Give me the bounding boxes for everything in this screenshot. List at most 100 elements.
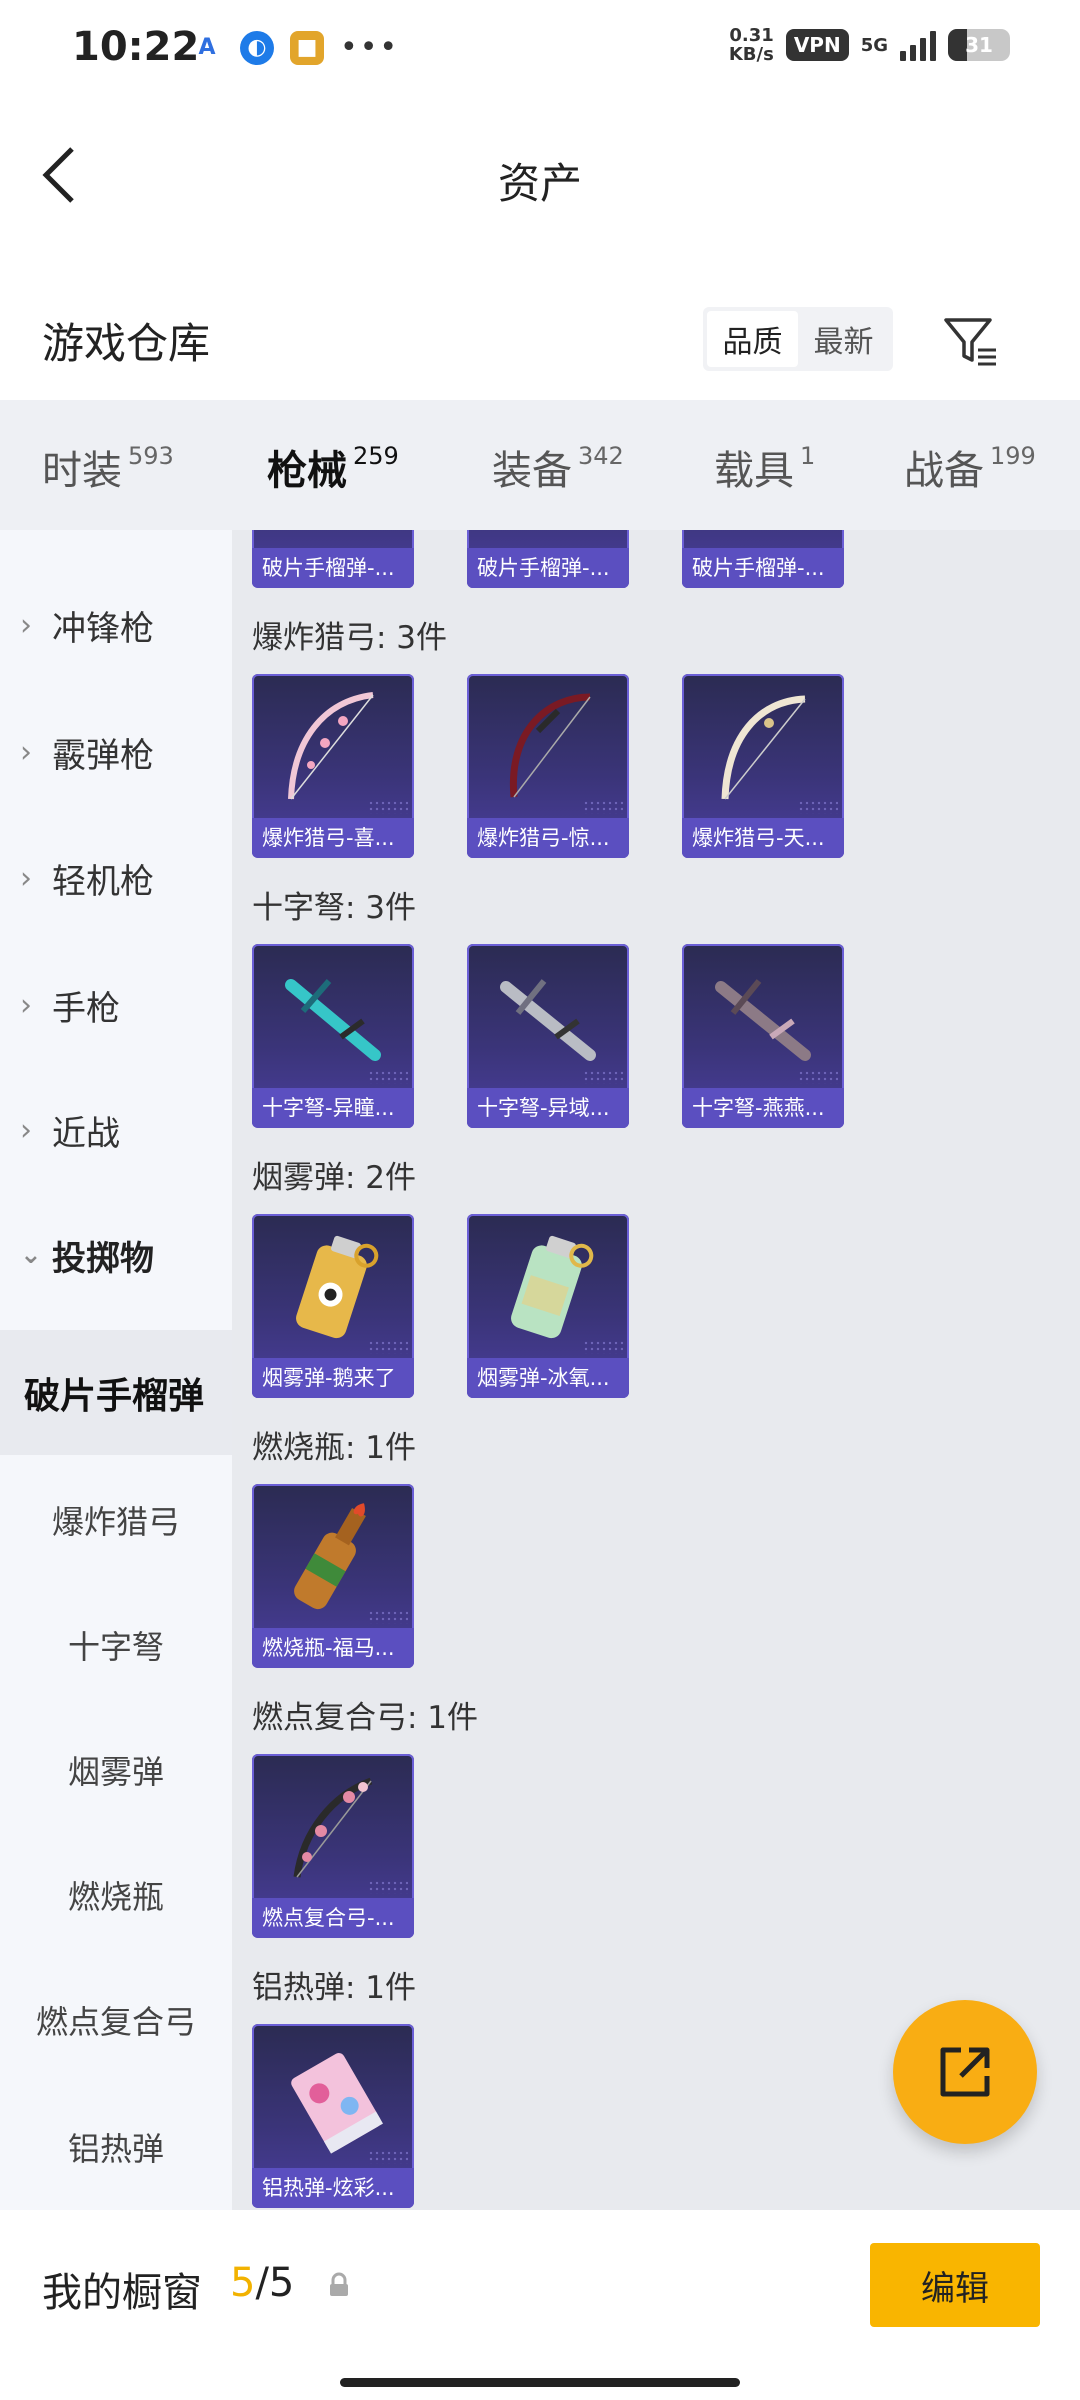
status-right: 0.31 KB/s VPN 5G 31 [729,26,1010,64]
home-indicator[interactable] [340,2378,740,2387]
sidebar-sub-explosive-bow[interactable]: 爆炸猎弓 [0,1485,232,1555]
net-speed-unit: KB/s [728,44,774,65]
tab-combat-gear[interactable]: 战备 199 [904,438,1036,496]
smoke-grenade-art-icon [467,1214,629,1358]
tab-firearms[interactable]: 枪械 259 [267,438,399,543]
group-title: 燃点复合弓: 1件 [252,1700,479,1736]
notification-icons: A ◐ ■ ••• [190,30,399,65]
net-speed: 0.31 KB/s [729,26,774,64]
item-name: 十字弩-异域... [467,1088,629,1128]
lock-icon [330,2272,348,2296]
sidebar-item-label: 轻机枪 [52,861,154,902]
sidebar-item-label: 手枪 [52,988,120,1029]
chevron-right-icon: › [20,607,32,643]
tab-label: 时装 [42,448,122,494]
tab-label: 载具 [714,448,794,494]
item-card[interactable]: 燃烧瓶-福马... [252,1484,414,1668]
item-name: 破片手榴弹-... [252,548,414,588]
item-card[interactable]: 爆炸猎弓-天... [682,674,844,858]
sidebar-sub-thermite[interactable]: 铝热弹 [0,2112,232,2182]
sidebar-sub-crossbow[interactable]: 十字弩 [0,1610,232,1680]
item-name: 烟雾弹-鹅来了 [252,1358,414,1398]
sidebar-item-label: 投掷物 [52,1238,154,1279]
item-card[interactable]: 破片手榴弹-... [467,530,629,588]
item-card[interactable]: 破片手榴弹-... [252,530,414,588]
browser-icon: ◐ [240,30,274,65]
tab-label: 枪械 [267,448,347,494]
warehouse-title: 游戏仓库 [42,319,211,368]
sidebar-item-melee[interactable]: › 近战 [0,1095,232,1165]
item-card[interactable]: 十字弩-异域... [467,944,629,1128]
more-notifications-icon: ••• [340,30,400,65]
status-time: 10:22 [72,24,200,70]
card-pattern [368,1340,408,1354]
edit-button[interactable]: 编辑 [870,2243,1040,2327]
filter-icon [944,318,996,366]
item-card[interactable]: 爆炸猎弓-惊... [467,674,629,858]
bow-art-icon [467,674,629,818]
sidebar-item-shotgun[interactable]: › 霰弹枪 [0,717,232,787]
item-name: 燃烧瓶-福马... [252,1628,414,1668]
chevron-right-icon: › [20,860,32,896]
app-header: 资产 [0,100,1080,250]
card-pattern [798,800,838,814]
item-card[interactable]: 十字弩-燕燕... [682,944,844,1128]
sidebar-sub-fragment-grenade[interactable]: 破片手榴弹 [0,1330,232,1455]
filter-button[interactable] [940,310,1000,370]
sidebar-item-lmg[interactable]: › 轻机枪 [0,843,232,913]
tab-vehicles[interactable]: 载具 1 [714,438,815,496]
item-name: 爆炸猎弓-惊... [467,818,629,858]
item-card[interactable]: 爆炸猎弓-喜... [252,674,414,858]
network-type: 5G [860,34,888,56]
item-card[interactable]: 铝热弹-炫彩... [252,2024,414,2208]
net-speed-value: 0.31 [729,25,774,46]
sidebar-item-pistol[interactable]: › 手枪 [0,970,232,1040]
card-pattern [368,1880,408,1894]
item-name: 烟雾弹-冰氧... [467,1358,629,1398]
battery-level: 31 [965,33,993,57]
item-card[interactable]: 十字弩-异瞳... [252,944,414,1128]
vpn-badge: VPN [785,29,849,61]
item-name: 爆炸猎弓-天... [682,818,844,858]
sidebar-item-label: 霰弹枪 [52,735,154,776]
sort-quality-button[interactable]: 品质 [707,311,798,367]
card-pattern [583,1340,623,1354]
sort-newest-button[interactable]: 最新 [798,311,889,367]
sort-toggle: 品质 最新 [703,307,893,371]
showcase-count: 5/5 [230,2260,294,2306]
item-card[interactable]: 烟雾弹-鹅来了 [252,1214,414,1398]
molotov-art-icon [252,1484,414,1628]
tab-count: 593 [128,442,174,470]
tab-count: 259 [353,442,399,470]
compound-bow-art-icon [252,1754,414,1898]
item-card[interactable]: 破片手榴弹-... [682,530,844,588]
app-a-icon: A [198,35,216,60]
item-name: 破片手榴弹-... [467,548,629,588]
tab-equipment[interactable]: 装备 342 [492,438,624,496]
card-pattern [583,1070,623,1084]
tab-fashion[interactable]: 时装 593 [42,438,174,496]
showcase-count-total: /5 [255,2260,295,2306]
tab-count: 342 [578,442,624,470]
card-pattern [368,1070,408,1084]
crossbow-art-icon [467,944,629,1088]
warehouse-header: 游戏仓库 品质 最新 [0,280,1080,400]
sidebar-sub-smoke-grenade[interactable]: 烟雾弹 [0,1735,232,1805]
sidebar-item-smg[interactable]: › 冲锋枪 [0,590,232,660]
group-title: 燃烧瓶: 1件 [252,1430,417,1466]
sidebar-item-throwables[interactable]: ⌄ 投掷物 [0,1220,232,1290]
item-name: 燃点复合弓-... [252,1898,414,1938]
crossbow-art-icon [682,944,844,1088]
chevron-down-icon: ⌄ [20,1240,42,1270]
chevron-right-icon: › [20,987,32,1023]
item-card[interactable]: 燃点复合弓-... [252,1754,414,1938]
item-card[interactable]: 烟雾弹-冰氧... [467,1214,629,1398]
sidebar-item-label: 燃烧瓶 [67,1878,164,1916]
sidebar-sub-compound-bow[interactable]: 燃点复合弓 [0,1985,232,2055]
tab-count: 1 [800,442,816,470]
game-app-icon: ■ [290,30,324,65]
bow-art-icon [682,674,844,818]
share-button[interactable] [893,2000,1037,2144]
sidebar: › 冲锋枪 › 霰弹枪 › 轻机枪 › 手枪 › 近战 ⌄ 投掷物 破片手榴弹 … [0,530,232,2210]
sidebar-sub-molotov[interactable]: 燃烧瓶 [0,1860,232,1930]
